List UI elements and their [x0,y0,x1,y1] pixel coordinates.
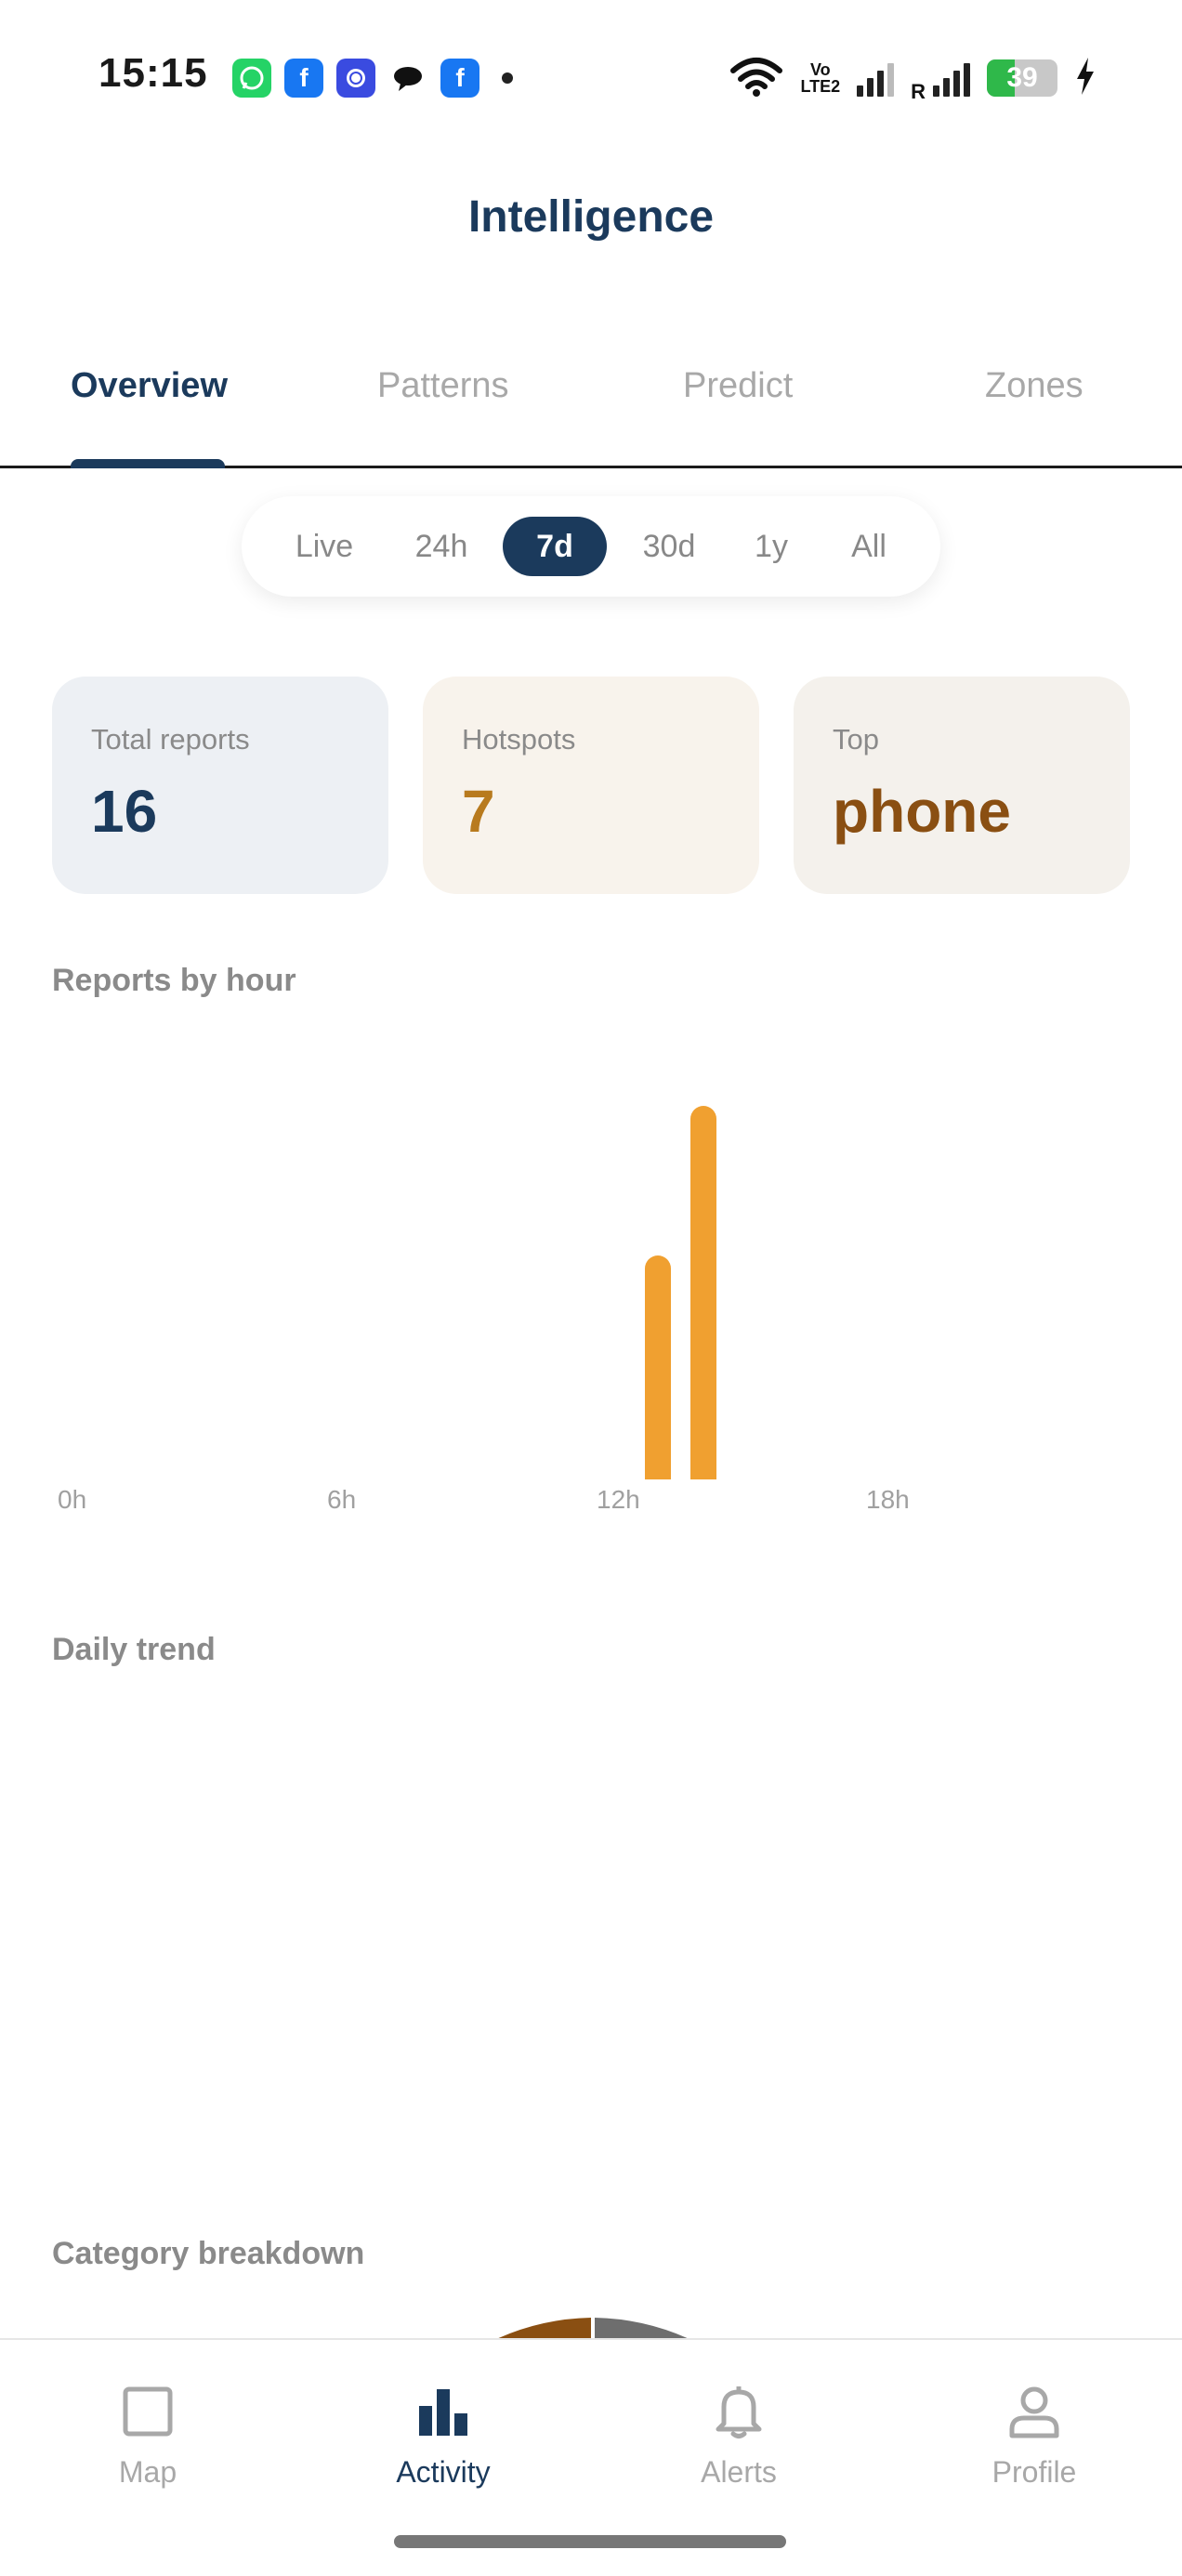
wifi-icon [729,56,783,101]
intelligence-screen: 15:15 f f Vo LTE2 R 39 Intelligence Over… [0,0,1182,2576]
hotspots-value: 7 [462,778,495,845]
volte-indicator: Vo LTE2 [800,60,841,96]
status-time: 15:15 [98,50,208,96]
map-icon [0,2379,296,2444]
category-slice-1 [498,2318,591,2338]
hotspots-label: Hotspots [462,723,576,756]
range-7d[interactable]: 7d [503,517,607,576]
x-tick-label: 0h [58,1485,87,1514]
tab-overview[interactable]: Overview [71,366,228,406]
signal-strength-icon [857,59,895,97]
range-24h[interactable]: 24h [390,517,492,576]
reports-by-hour-chart: 0h 6h 12h 18h [52,1059,1130,1524]
x-tick-label: 12h [597,1485,640,1514]
total-reports-value: 16 [91,778,158,845]
x-tick-label: 6h [327,1485,357,1514]
hour-bar-13 [645,1255,672,1479]
bell-icon [591,2379,886,2444]
category-breakdown-title: Category breakdown [52,2236,365,2271]
battery-level: 39 [1006,62,1038,93]
nav-activity-label: Activity [396,2455,491,2489]
page-title: Intelligence [467,192,715,242]
total-reports-label: Total reports [91,723,250,756]
range-1y[interactable]: 1y [729,517,813,576]
total-reports-card: Total reports 16 [52,677,388,894]
x-tick-label: 18h [866,1485,910,1514]
range-30d[interactable]: 30d [618,517,720,576]
system-icons: Vo LTE2 R 39 [729,52,1097,104]
hotspots-card: Hotspots 7 [423,677,759,894]
roaming-indicator: R [911,80,926,103]
reports-by-hour-title: Reports by hour [52,963,296,998]
range-live[interactable]: Live [269,517,379,576]
nav-profile[interactable]: Profile [886,2379,1182,2490]
tab-predict[interactable]: Predict [683,366,793,406]
charging-icon [1074,56,1097,101]
top-category-card: Top phone [794,677,1130,894]
home-indicator[interactable] [394,2535,786,2548]
facebook-icon: f [284,59,323,98]
tab-patterns[interactable]: Patterns [377,366,509,406]
category-slice-2 [595,2318,688,2338]
range-all[interactable]: All [822,517,915,576]
signal-strength-icon-2 [933,59,970,97]
active-tab-indicator [71,459,225,468]
tab-bar: Overview Patterns Predict Zones [0,353,1182,468]
profile-icon [886,2379,1182,2444]
activity-icon [296,2379,591,2444]
tab-zones[interactable]: Zones [985,366,1084,406]
nav-map-label: Map [118,2455,177,2489]
status-bar: 15:15 f f Vo LTE2 R 39 [0,0,1182,139]
whatsapp-icon [232,59,271,98]
top-category-value: phone [833,778,1011,845]
nav-profile-label: Profile [992,2455,1077,2489]
chat-icon [388,59,427,98]
nav-alerts-label: Alerts [701,2455,777,2489]
daily-trend-title: Daily trend [52,1632,216,1667]
hour-bar-14 [690,1106,716,1479]
nav-alerts[interactable]: Alerts [591,2379,886,2490]
battery-icon: 39 [987,59,1057,97]
notification-icons: f f [232,58,513,99]
more-notifications-dot [502,72,513,84]
facebook-icon: f [440,59,479,98]
category-breakdown-chart [0,2318,1182,2338]
daily-trend-chart [52,1691,1130,2212]
nav-map[interactable]: Map [0,2379,296,2490]
top-category-label: Top [833,723,879,756]
nav-activity[interactable]: Activity [296,2379,591,2490]
time-range-selector: Live 24h 7d 30d 1y All [242,496,940,597]
signal-icon [336,59,375,98]
